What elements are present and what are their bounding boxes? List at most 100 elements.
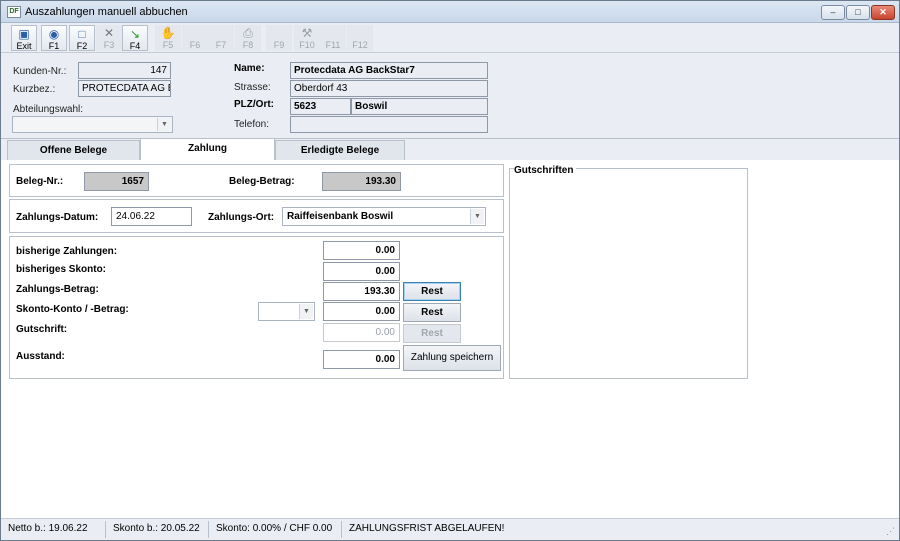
kurzbez-field: PROTECDATA AG B [78, 80, 171, 97]
zahlungs-betrag-label: Zahlungs-Betrag: [16, 284, 99, 295]
abteilung-select[interactable]: ▼ [12, 116, 173, 133]
title-bar[interactable]: DF Auszahlungen manuell abbuchen – □ ✕ [1, 1, 899, 23]
kurzbez-label: Kurzbez.: [13, 84, 56, 95]
status-separator [105, 521, 106, 538]
beleg-betrag-label: Beleg-Betrag: [229, 176, 295, 187]
chevron-down-icon: ▼ [299, 304, 313, 319]
ort-field: Boswil [351, 98, 488, 115]
toolbar-button-exit[interactable]: ▣ Exit [11, 25, 37, 51]
help-icon: ◉ [48, 27, 60, 41]
printer-icon: ⎙ [243, 26, 253, 40]
bisherige-zahlungen-field: 0.00 [323, 241, 400, 260]
zahlung-group: Zahlungs-Datum: 24.06.22 Zahlungs-Ort: R… [9, 199, 504, 233]
toolbar-button-f1[interactable]: ◉ F1 [41, 25, 67, 51]
toolbar-button-label: F9 [273, 40, 285, 50]
kunden-nr-label: Kunden-Nr.: [13, 66, 67, 77]
toolbar-button-label: F4 [129, 41, 141, 51]
skonto-konto-select[interactable]: ▼ [258, 302, 315, 321]
toolbar-button-f4[interactable]: ↘ F4 [122, 25, 148, 51]
resize-grip-icon[interactable]: ⋰ [886, 526, 895, 537]
zahlungs-datum-input[interactable]: 24.06.22 [111, 207, 192, 226]
toolbar-button-label: F1 [48, 41, 60, 51]
plz-ort-label: PLZ/Ort: [234, 99, 274, 110]
zahlungs-datum-label: Zahlungs-Datum: [16, 212, 99, 223]
beleg-nr-label: Beleg-Nr.: [16, 176, 64, 187]
delete-cross-icon: ✕ [103, 26, 115, 40]
zahlungs-ort-select[interactable]: Raiffeisenbank Boswil ▼ [282, 207, 486, 226]
toolbar-button-f2[interactable]: □ F2 [69, 25, 95, 51]
strasse-label: Strasse: [234, 82, 271, 93]
gutschriften-group: Gutschriften [509, 165, 748, 379]
toolbar-button-f6: F6 [182, 25, 208, 51]
toolbar-button-f9: F9 [266, 25, 292, 51]
status-message: ZAHLUNGSFRIST ABGELAUFEN! [349, 523, 505, 534]
new-document-icon: □ [78, 27, 86, 41]
green-arrow-icon: ↘ [129, 27, 141, 41]
toolbar-button-f8: ⎙ F8 [235, 25, 261, 51]
ausstand-field: 0.00 [323, 350, 400, 369]
gutschriften-title: Gutschriften [514, 165, 577, 176]
zahlungs-betrag-input[interactable]: 193.30 [323, 282, 400, 301]
close-button[interactable]: ✕ [871, 5, 895, 20]
app-icon: DF [7, 6, 21, 18]
toolbar-button-f10: ⚒ F10 [294, 25, 320, 51]
exit-door-icon: ▣ [18, 27, 30, 41]
zahlungs-ort-label: Zahlungs-Ort: [208, 212, 275, 223]
rest-button-zahlung[interactable]: Rest [403, 282, 461, 301]
blank-icon [320, 26, 346, 40]
strasse-field: Oberdorf 43 [290, 80, 488, 97]
gutschrift-field: 0.00 [323, 323, 400, 342]
beleg-nr-field: 1657 [84, 172, 149, 191]
zahlung-panel: Beleg-Nr.: 1657 Beleg-Betrag: 193.30 Zah… [1, 160, 899, 518]
toolbar-button-label: F12 [352, 40, 368, 50]
toolbar-button-f7: F7 [208, 25, 234, 51]
minimize-button[interactable]: – [821, 5, 845, 20]
name-field: Protecdata AG BackStar7 [290, 62, 488, 79]
toolbar-button-label: F2 [76, 41, 88, 51]
status-skonto: Skonto: 0.00% / CHF 0.00 [216, 523, 333, 534]
blank-icon [347, 26, 373, 40]
beleg-betrag-field: 193.30 [322, 172, 401, 191]
toolbar-button-label: F3 [103, 40, 115, 50]
toolbar-button-label: F11 [325, 40, 341, 50]
skonto-betrag-input[interactable]: 0.00 [323, 302, 400, 321]
toolbar-button-f11: F11 [320, 25, 346, 51]
window-title: Auszahlungen manuell abbuchen [25, 6, 188, 18]
status-netto: Netto b.: 19.06.22 [8, 523, 88, 534]
beleg-group: Beleg-Nr.: 1657 Beleg-Betrag: 193.30 [9, 164, 504, 197]
rest-button-skonto[interactable]: Rest [403, 303, 461, 322]
zahlung-speichern-button[interactable]: Zahlung speichern [403, 345, 501, 371]
status-separator [341, 521, 342, 538]
toolbar-button-label: F5 [162, 40, 174, 50]
chevron-down-icon: ▼ [157, 118, 171, 131]
blank-icon [182, 26, 208, 40]
bisherige-zahlungen-label: bisherige Zahlungen: [16, 246, 118, 257]
bisheriges-skonto-label: bisheriges Skonto: [16, 264, 107, 275]
maximize-button[interactable]: □ [846, 5, 870, 20]
tab-offene-belege[interactable]: Offene Belege [7, 140, 140, 160]
toolbar-button-f5: ✋ F5 [155, 25, 181, 51]
zahlungs-ort-value: Raiffeisenbank Boswil [287, 211, 394, 222]
tab-zahlung[interactable]: Zahlung [140, 138, 275, 160]
chevron-down-icon: ▼ [470, 209, 484, 224]
gutschrift-label: Gutschrift: [16, 324, 68, 335]
bisheriges-skonto-field: 0.00 [323, 262, 400, 281]
blank-icon [266, 26, 292, 40]
tab-erledigte-belege[interactable]: Erledigte Belege [275, 140, 405, 160]
hand-icon: ✋ [160, 26, 176, 40]
toolbar-button-f3: ✕ F3 [96, 25, 122, 51]
status-separator [208, 521, 209, 538]
plz-field: 5623 [290, 98, 351, 115]
toolbar: ▣ Exit ◉ F1 □ F2 ✕ F3 ↘ F4 ✋ F5 F6 F7 ⎙ F8 F9 ⚒ F10 F11 F12 [1, 23, 899, 53]
toolbar-button-label: Exit [16, 41, 32, 51]
status-skonto-bis: Skonto b.: 20.05.22 [113, 523, 200, 534]
telefon-field [290, 116, 488, 133]
kunden-nr-field: 147 [78, 62, 171, 79]
skonto-konto-label: Skonto-Konto / -Betrag: [16, 304, 129, 315]
telefon-label: Telefon: [234, 119, 270, 130]
blank-icon [208, 26, 234, 40]
toolbar-button-label: F6 [189, 40, 201, 50]
toolbar-button-label: F8 [242, 40, 254, 50]
toolbar-button-label: F7 [215, 40, 227, 50]
name-label: Name: [234, 63, 265, 74]
